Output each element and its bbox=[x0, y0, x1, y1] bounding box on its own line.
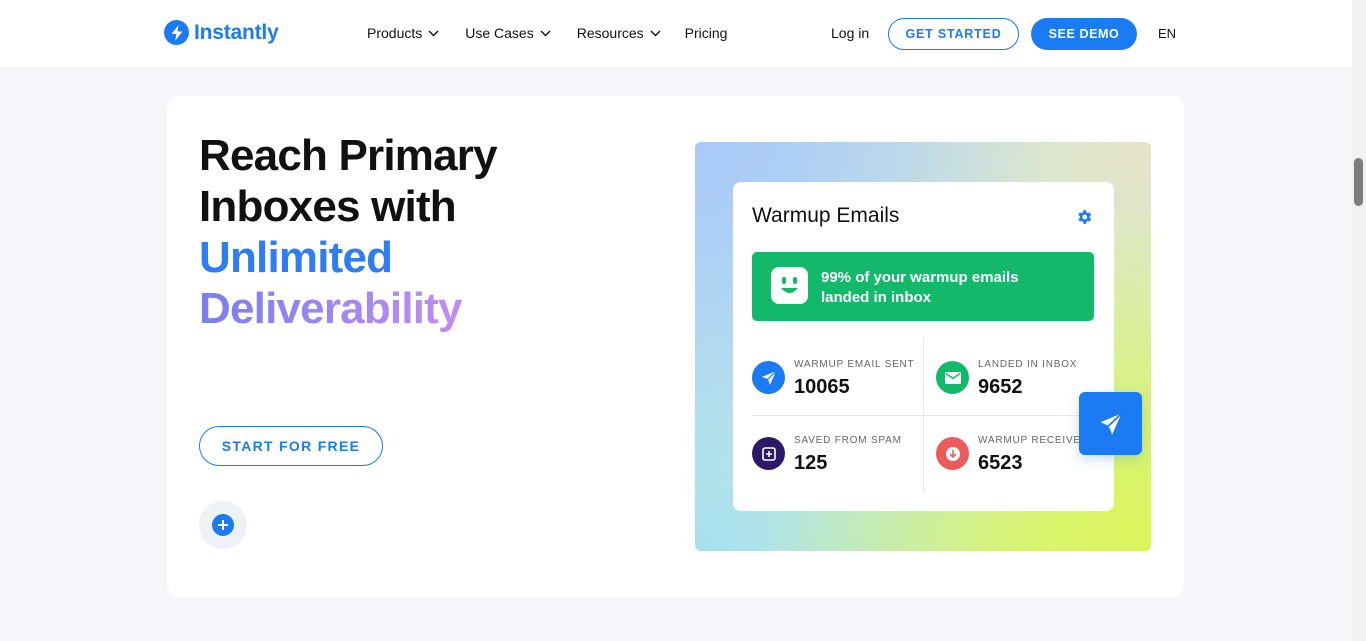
nav-pricing[interactable]: Pricing bbox=[685, 25, 728, 41]
headline-line-4: Deliverability bbox=[199, 284, 463, 333]
nav-resources-label: Resources bbox=[576, 25, 644, 41]
stat-label-landed: LANDED IN INBOX bbox=[978, 359, 1078, 370]
headline-line-2: Inboxes with bbox=[199, 182, 457, 231]
nav-products-label: Products bbox=[367, 25, 423, 41]
paper-plane-icon bbox=[1100, 412, 1122, 434]
send-icon bbox=[752, 361, 785, 394]
mail-icon bbox=[936, 361, 969, 394]
start-for-free-button[interactable]: START FOR FREE bbox=[199, 426, 383, 466]
chevron-down-icon bbox=[540, 30, 551, 36]
lightning-icon bbox=[164, 20, 189, 45]
smiley-icon bbox=[771, 267, 808, 304]
stat-label-sent: WARMUP EMAIL SENT bbox=[794, 359, 915, 370]
banner-text: 99% of your warmup emails landed in inbo… bbox=[821, 268, 1081, 308]
stat-value-landed: 9652 bbox=[978, 376, 1023, 398]
chevron-down-icon bbox=[650, 30, 661, 36]
headline-line-3: Unlimited bbox=[199, 233, 393, 282]
plus-icon bbox=[212, 514, 234, 536]
main-nav: Products Use Cases Resources Pricing bbox=[367, 25, 727, 41]
language-selector[interactable]: EN bbox=[1158, 26, 1176, 41]
nav-resources[interactable]: Resources bbox=[577, 25, 661, 41]
scrollbar-track[interactable] bbox=[1352, 0, 1366, 641]
nav-products[interactable]: Products bbox=[367, 25, 439, 41]
chevron-down-icon bbox=[428, 30, 439, 36]
site-header: Instantly Products Use Cases Resources P… bbox=[0, 0, 1352, 67]
send-action-button[interactable] bbox=[1079, 392, 1142, 455]
stat-label-received: WARMUP RECEIVED bbox=[978, 435, 1089, 446]
widget-title: Warmup Emails bbox=[752, 204, 900, 227]
nav-pricing-label: Pricing bbox=[684, 25, 728, 41]
spam-icon bbox=[752, 437, 785, 470]
gear-icon[interactable] bbox=[1075, 208, 1093, 231]
expand-button[interactable] bbox=[199, 501, 247, 549]
banner-line-1: 99% of your warmup emails bbox=[821, 269, 1019, 286]
download-icon bbox=[936, 437, 969, 470]
logo[interactable]: Instantly bbox=[164, 20, 279, 45]
get-started-button[interactable]: GET STARTED bbox=[888, 18, 1019, 50]
nav-use-cases-label: Use Cases bbox=[465, 25, 534, 41]
stat-value-received: 6523 bbox=[978, 452, 1023, 474]
login-link[interactable]: Log in bbox=[831, 25, 869, 41]
stat-value-sent: 10065 bbox=[794, 376, 850, 398]
scrollbar-thumb[interactable] bbox=[1354, 158, 1363, 206]
nav-use-cases[interactable]: Use Cases bbox=[465, 25, 551, 41]
banner-line-2: landed in inbox bbox=[821, 289, 932, 306]
hero-headline: Reach Primary Inboxes with Unlimited Del… bbox=[199, 130, 498, 334]
stat-label-spam: SAVED FROM SPAM bbox=[794, 435, 902, 446]
see-demo-button[interactable]: SEE DEMO bbox=[1031, 18, 1137, 50]
stats-divider-horizontal bbox=[752, 415, 1094, 416]
stat-value-spam: 125 bbox=[794, 452, 828, 474]
logo-text: Instantly bbox=[194, 20, 279, 44]
headline-line-1: Reach Primary bbox=[199, 131, 498, 180]
